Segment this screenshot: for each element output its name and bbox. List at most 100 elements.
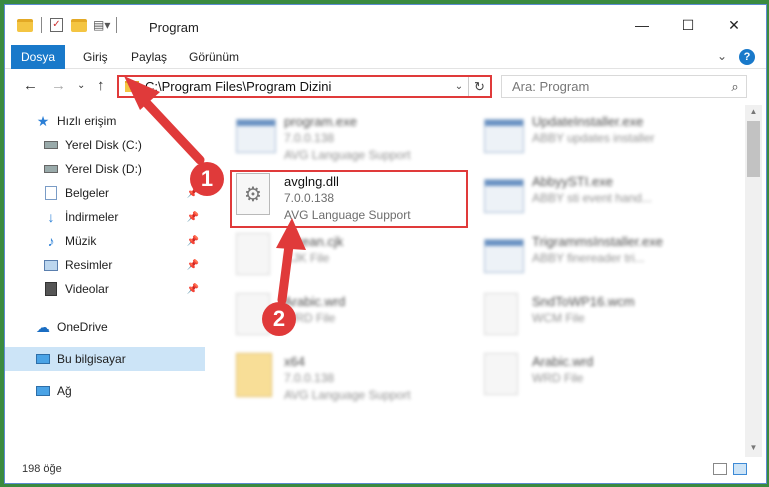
- sidebar-item-downloads[interactable]: ↓ İndirmeler 📌: [5, 205, 205, 229]
- properties-icon[interactable]: ✓: [50, 18, 63, 32]
- download-icon: ↓: [47, 209, 55, 225]
- address-dropdown-icon[interactable]: ⌄: [450, 81, 468, 92]
- sidebar-item-label: Ağ: [57, 384, 72, 398]
- search-input[interactable]: Ara: Program: [502, 79, 724, 94]
- sidebar-item-onedrive[interactable]: ☁ OneDrive: [5, 315, 205, 339]
- star-icon: ★: [36, 112, 50, 129]
- sidebar-item-this-pc[interactable]: Bu bilgisayar: [5, 347, 205, 371]
- status-bar: 198 öğe: [5, 457, 766, 483]
- sidebar-item-music[interactable]: ♪ Müzik 📌: [5, 229, 205, 253]
- file-name: Arabic.wrd: [532, 354, 594, 369]
- title-bar: ✓ ▤▾ Program — ☐ ✕: [5, 5, 766, 45]
- navigation-bar: ← → ⌄ ↑ C:\Program Files\Program Dizini …: [5, 69, 766, 103]
- pin-icon[interactable]: 📌: [187, 236, 199, 247]
- pin-icon[interactable]: 📌: [187, 212, 199, 223]
- file-list: program.exe 7.0.0.138 AVG Language Suppo…: [210, 105, 742, 457]
- list-item[interactable]: SndToWP16.wcm WCM File: [484, 293, 724, 353]
- sidebar-item-label: Yerel Disk (D:): [65, 162, 142, 176]
- tiles-view-icon[interactable]: [733, 463, 747, 475]
- navigation-pane: ★ Hızlı erişim Yerel Disk (C:) Yerel Dis…: [5, 105, 205, 457]
- help-icon[interactable]: ?: [739, 49, 755, 65]
- list-item[interactable]: UpdateInstaller.exe ABBY updates install…: [484, 113, 724, 173]
- recent-locations-icon[interactable]: ⌄: [77, 80, 85, 91]
- sidebar-item-label: Belgeler: [65, 186, 110, 200]
- file-description: ABBY sti event hand...: [532, 191, 652, 205]
- tab-home[interactable]: Giriş: [77, 45, 114, 69]
- window-title: Program: [149, 20, 199, 35]
- document-icon: [236, 233, 270, 275]
- scroll-down-icon[interactable]: ▼: [745, 443, 762, 457]
- file-name: x64: [284, 354, 305, 369]
- address-bar[interactable]: C:\Program Files\Program Dizini ⌄ ↻: [117, 75, 492, 98]
- up-button[interactable]: ↑: [97, 77, 105, 94]
- sidebar-item-quick-access[interactable]: ★ Hızlı erişim: [5, 109, 205, 133]
- exe-file-icon: [484, 179, 524, 213]
- search-box[interactable]: Ara: Program ⌕: [501, 75, 747, 98]
- sidebar-item-label: Hızlı erişim: [57, 114, 117, 128]
- sidebar-item-label: Bu bilgisayar: [57, 352, 126, 366]
- sidebar-item-pictures[interactable]: Resimler 📌: [5, 253, 205, 277]
- scroll-up-icon[interactable]: ▲: [745, 107, 762, 121]
- list-item[interactable]: AbbyySTI.exe ABBY sti event hand...: [484, 173, 724, 233]
- drive-icon: [43, 138, 59, 152]
- file-highlight-box: [230, 170, 468, 228]
- minimize-button[interactable]: —: [619, 5, 665, 45]
- file-name: UpdateInstaller.exe: [532, 114, 644, 129]
- exe-file-icon: [236, 119, 276, 153]
- sidebar-item-videos[interactable]: Videolar 📌: [5, 277, 205, 301]
- pin-icon[interactable]: 📌: [187, 260, 199, 271]
- new-folder-icon[interactable]: [71, 18, 87, 32]
- videos-icon: [43, 282, 59, 296]
- item-count: 198 öğe: [22, 463, 62, 475]
- forward-button[interactable]: →: [51, 77, 66, 94]
- file-type: CJK File: [284, 251, 330, 265]
- document-icon: [484, 293, 518, 335]
- pin-icon[interactable]: 📌: [187, 284, 199, 295]
- sidebar-item-label: Resimler: [65, 258, 113, 272]
- list-item[interactable]: x64 7.0.0.138 AVG Language Support: [236, 353, 476, 413]
- search-icon[interactable]: ⌕: [724, 79, 746, 95]
- exe-file-icon: [484, 239, 524, 273]
- pictures-icon: [43, 258, 59, 272]
- file-version: 7.0.0.138: [284, 371, 335, 385]
- ribbon-tabs: Dosya Giriş Paylaş Görünüm ⌄ ?: [5, 45, 766, 69]
- tab-file[interactable]: Dosya: [11, 45, 65, 69]
- customize-icon[interactable]: ▤▾: [93, 18, 110, 32]
- step-2-badge: 2: [262, 302, 296, 336]
- explorer-window: ✓ ▤▾ Program — ☐ ✕ Dosya Giriş Paylaş Gö…: [4, 4, 767, 484]
- file-description: AVG Language Support: [284, 148, 411, 162]
- scroll-thumb[interactable]: [747, 121, 760, 177]
- sidebar-item-network[interactable]: Ağ: [5, 379, 205, 403]
- back-button[interactable]: ←: [23, 77, 38, 94]
- step-1-badge: 1: [190, 162, 224, 196]
- file-name: TrigrammsInstaller.exe: [532, 234, 663, 249]
- sidebar-item-label: İndirmeler: [65, 210, 119, 224]
- sidebar-item-documents[interactable]: Belgeler 📌: [5, 181, 205, 205]
- file-type: WRD File: [532, 371, 584, 385]
- list-item[interactable]: program.exe 7.0.0.138 AVG Language Suppo…: [236, 113, 476, 173]
- tab-share[interactable]: Paylaş: [125, 45, 173, 69]
- document-icon: [484, 353, 518, 395]
- tab-view[interactable]: Görünüm: [183, 45, 245, 69]
- list-item[interactable]: korean.cjk CJK File: [236, 233, 476, 293]
- divider: [41, 17, 42, 33]
- sidebar-item-disk-c[interactable]: Yerel Disk (C:): [5, 133, 205, 157]
- folder-icon: [236, 353, 272, 397]
- documents-icon: [43, 186, 59, 200]
- details-view-icon[interactable]: [713, 463, 727, 475]
- file-description: ABBY finereader tri...: [532, 251, 645, 265]
- sidebar-item-disk-d[interactable]: Yerel Disk (D:): [5, 157, 205, 181]
- address-path[interactable]: C:\Program Files\Program Dizini: [145, 79, 450, 94]
- vertical-scrollbar[interactable]: ▲ ▼: [745, 105, 762, 457]
- folder-icon: [125, 81, 139, 92]
- close-button[interactable]: ✕: [711, 5, 757, 45]
- sidebar-item-label: Yerel Disk (C:): [65, 138, 142, 152]
- list-item[interactable]: TrigrammsInstaller.exe ABBY finereader t…: [484, 233, 724, 293]
- folder-icon[interactable]: [17, 18, 33, 32]
- drive-icon: [43, 162, 59, 176]
- refresh-button[interactable]: ↻: [468, 77, 490, 96]
- file-name: Arabic.wrd: [284, 294, 346, 309]
- list-item[interactable]: Arabic.wrd WRD File: [484, 353, 724, 413]
- expand-ribbon-icon[interactable]: ⌄: [717, 49, 727, 63]
- maximize-button[interactable]: ☐: [665, 5, 711, 45]
